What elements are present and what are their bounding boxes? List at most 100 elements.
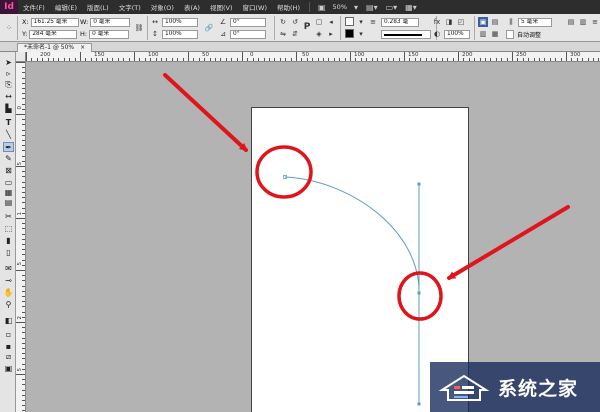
gradient-swatch-tool-icon[interactable]: ▮ — [3, 236, 14, 246]
zoom-tool-icon[interactable]: ⚲ — [3, 300, 14, 310]
select-previous-icon[interactable]: ◂ — [326, 17, 336, 27]
ruler-tick — [53, 58, 54, 61]
menu-help[interactable]: 帮助(H) — [272, 2, 305, 12]
zoom-level-select[interactable]: 50% — [330, 3, 350, 11]
ruler-tick — [317, 58, 319, 61]
text-wrap-shape-icon[interactable]: ▥ — [478, 29, 488, 39]
ruler-tick — [22, 88, 25, 89]
menu-window[interactable]: 窗口(W) — [238, 2, 273, 12]
height-field[interactable]: 0 毫米 — [89, 29, 130, 39]
vertical-ruler[interactable]: 0 5 1 5 2 5 — [16, 62, 26, 412]
ruler-tick — [22, 160, 25, 162]
menu-file[interactable]: 文件(F) — [18, 2, 50, 12]
rectangle-frame-tool-icon[interactable]: ⊠ — [3, 166, 14, 176]
y-position-field[interactable]: 284 毫米 — [29, 29, 78, 39]
pen-tool-icon[interactable]: ✒ — [3, 142, 14, 152]
effects-icon[interactable]: fx — [432, 17, 442, 27]
fill-swatch[interactable] — [345, 17, 354, 26]
page-tool-icon[interactable]: ⎘ — [3, 80, 14, 90]
rotate-ccw-icon[interactable]: ↺ — [290, 17, 300, 27]
content-collector-icon[interactable]: ▙ — [3, 104, 14, 114]
text-wrap-none-icon[interactable]: ▣ — [478, 17, 488, 27]
menu-table[interactable]: 表(A) — [179, 2, 205, 12]
width-field[interactable]: 0 毫米 — [90, 17, 131, 27]
rotate-cw-icon[interactable]: ↻ — [278, 17, 288, 27]
ruler-origin[interactable] — [16, 52, 26, 62]
scale-x-field[interactable]: 100% — [162, 17, 198, 27]
ruler-tick — [231, 58, 233, 61]
type-tool-icon[interactable]: T — [3, 118, 14, 128]
panel-menu-icon[interactable]: ≡ — [590, 17, 600, 27]
chevron-down-icon[interactable]: ▾ — [350, 3, 362, 12]
bridge-icon[interactable]: ▣ — [314, 3, 330, 12]
close-icon[interactable]: × — [80, 44, 85, 51]
hand-tool-icon[interactable]: ✋ — [3, 288, 14, 298]
formatting-container-icon[interactable]: ▫ — [3, 330, 14, 340]
reference-point-icon[interactable]: ⁘ — [4, 23, 14, 33]
align-icon[interactable]: ▤ — [566, 17, 576, 27]
stroke-type-select[interactable] — [381, 29, 431, 39]
document-tab[interactable]: *未命名-1 @ 50% × — [17, 43, 93, 52]
gap-field[interactable]: 5 毫米 — [518, 17, 552, 27]
menu-object[interactable]: 对象(O) — [146, 2, 179, 12]
ruler-tick — [474, 58, 476, 61]
chevron-down-icon[interactable]: ▾ — [356, 29, 366, 39]
screen-mode-icon[interactable]: ▭▾ — [382, 3, 402, 12]
rotation-angle-field[interactable]: 0° — [230, 17, 266, 27]
frame-grid-icon[interactable]: ▦ — [3, 188, 14, 198]
selection-tool-icon[interactable]: ➤ — [3, 58, 14, 68]
corner-options-icon[interactable]: ◰ — [456, 17, 466, 27]
auto-fit-checkbox[interactable] — [506, 29, 514, 39]
select-next-icon[interactable]: ▸ — [326, 29, 336, 39]
arrange-documents-icon[interactable]: ▦▾ — [401, 3, 421, 12]
constrain-scale-icon[interactable]: 🔗 — [204, 23, 214, 33]
ruler-tick — [22, 202, 25, 204]
apply-color-icon[interactable]: ▪ — [3, 342, 14, 352]
ruler-tick — [22, 249, 25, 251]
flip-horizontal-icon[interactable]: ⇋ — [278, 29, 288, 39]
menu-layout[interactable]: 版面(L) — [82, 2, 114, 12]
menu-type[interactable]: 文字(T) — [114, 2, 146, 12]
drop-shadow-icon[interactable]: ◨ — [444, 17, 454, 27]
horizontal-ruler[interactable]: 200 150 100 50 0 50 100 150 200 250 300 — [26, 52, 600, 62]
app-logo: Id — [0, 0, 18, 14]
ruler-tick — [22, 296, 25, 297]
pencil-tool-icon[interactable]: ✎ — [3, 154, 14, 164]
text-wrap-bounding-icon[interactable]: ▤ — [490, 17, 500, 27]
fill-stroke-swap-icon[interactable]: ◧ — [3, 316, 14, 326]
ruler-tick — [155, 58, 157, 61]
menu-edit[interactable]: 编辑(E) — [50, 2, 82, 12]
shear-angle-field[interactable]: 0° — [230, 29, 266, 39]
line-tool-icon[interactable]: ╲ — [3, 130, 14, 140]
stroke-weight-field[interactable]: 0.283 毫 — [381, 17, 419, 27]
view-options-icon[interactable]: ▤▾ — [362, 3, 382, 12]
direct-selection-tool-icon[interactable]: ▹ — [3, 69, 14, 79]
rectangle-tool-icon[interactable]: ▭ — [3, 178, 14, 188]
opacity-field[interactable]: 100% — [444, 29, 470, 39]
ruler-tick — [242, 52, 243, 61]
text-grid-icon[interactable]: ▤ — [3, 198, 14, 208]
scale-y-field[interactable]: 100% — [162, 29, 198, 39]
ruler-tick — [377, 58, 378, 61]
note-tool-icon[interactable]: ✉ — [3, 264, 14, 274]
menu-view[interactable]: 视图(V) — [205, 2, 238, 12]
flip-vertical-icon[interactable]: ⇵ — [290, 29, 300, 39]
chevron-down-icon[interactable]: ▾ — [356, 17, 366, 27]
constrain-proportions-icon[interactable]: ⛓ — [134, 23, 144, 33]
free-transform-tool-icon[interactable]: ⬚ — [3, 224, 14, 234]
gap-tool-icon[interactable]: ↔ — [3, 92, 14, 102]
apply-none-icon[interactable]: ⧄ — [3, 352, 14, 362]
select-content-icon[interactable]: ◈ — [314, 29, 324, 39]
distribute-icon[interactable]: ▥ — [578, 17, 588, 27]
select-container-icon[interactable]: ▢ — [314, 17, 324, 27]
x-position-field[interactable]: 161.25 毫米 — [30, 17, 79, 27]
screen-mode-icon[interactable]: ▣ — [3, 364, 14, 374]
scissors-tool-icon[interactable]: ✂ — [3, 212, 14, 222]
text-wrap-jump-icon[interactable]: ▦ — [490, 29, 500, 39]
scale-y-icon: ↕ — [152, 30, 158, 38]
gradient-feather-tool-icon[interactable]: ▯ — [3, 248, 14, 258]
ruler-tick — [414, 58, 416, 61]
eyedropper-tool-icon[interactable]: ⊸ — [3, 276, 14, 286]
stroke-swatch[interactable] — [345, 29, 354, 38]
pasteboard[interactable] — [27, 63, 600, 412]
